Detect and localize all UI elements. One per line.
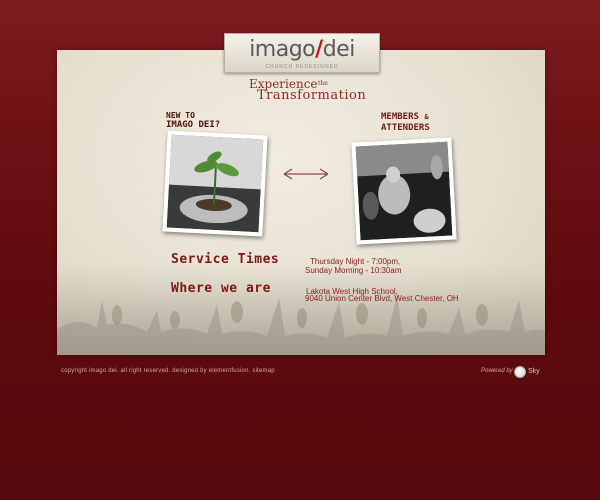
sky-logo-icon[interactable] [514, 366, 526, 378]
location-heading: Where we are [171, 281, 271, 296]
sky-brand-link[interactable]: Sky [528, 368, 540, 375]
location-address: 9040 Union Center Blvd, West Chester, OH [305, 294, 459, 303]
logo-slash-mark: / [315, 37, 323, 62]
logo-word-imago: imago [249, 37, 316, 62]
new-visitors-label-line1[interactable]: NEW TO [166, 111, 195, 120]
new-visitors-photo[interactable] [162, 130, 268, 237]
members-word: MEMBERS [381, 112, 419, 122]
members-photo[interactable] [351, 137, 457, 245]
double-arrow-icon [283, 168, 329, 180]
logo-tagline: CHURCH REDESIGNED [265, 64, 339, 70]
members-ampersand: & [424, 113, 429, 121]
powered-by-label: Powered by [481, 368, 513, 374]
worship-crowd-image [355, 141, 453, 241]
logo-wordmark: imago/dei [225, 36, 379, 64]
seedling-hands-image [166, 134, 264, 233]
service-times-heading: Service Times [171, 252, 280, 267]
logo-word-dei: dei [322, 37, 356, 62]
members-label-line1[interactable]: MEMBERS & [381, 112, 429, 122]
new-visitors-label-line2[interactable]: IMAGO DEI? [166, 120, 220, 130]
site-logo[interactable]: imago/dei CHURCH REDESIGNED [224, 33, 380, 73]
footer-copyright-links[interactable]: copyright imago dei. all right reserved.… [61, 368, 275, 374]
headline-the: the [318, 80, 328, 87]
members-label-line2[interactable]: ATTENDERS [381, 123, 430, 133]
crowd-hands-image [57, 260, 545, 355]
headline-transformation: Transformation [257, 88, 367, 103]
service-times-sunday: Sunday Morning - 10:30am [305, 266, 402, 275]
